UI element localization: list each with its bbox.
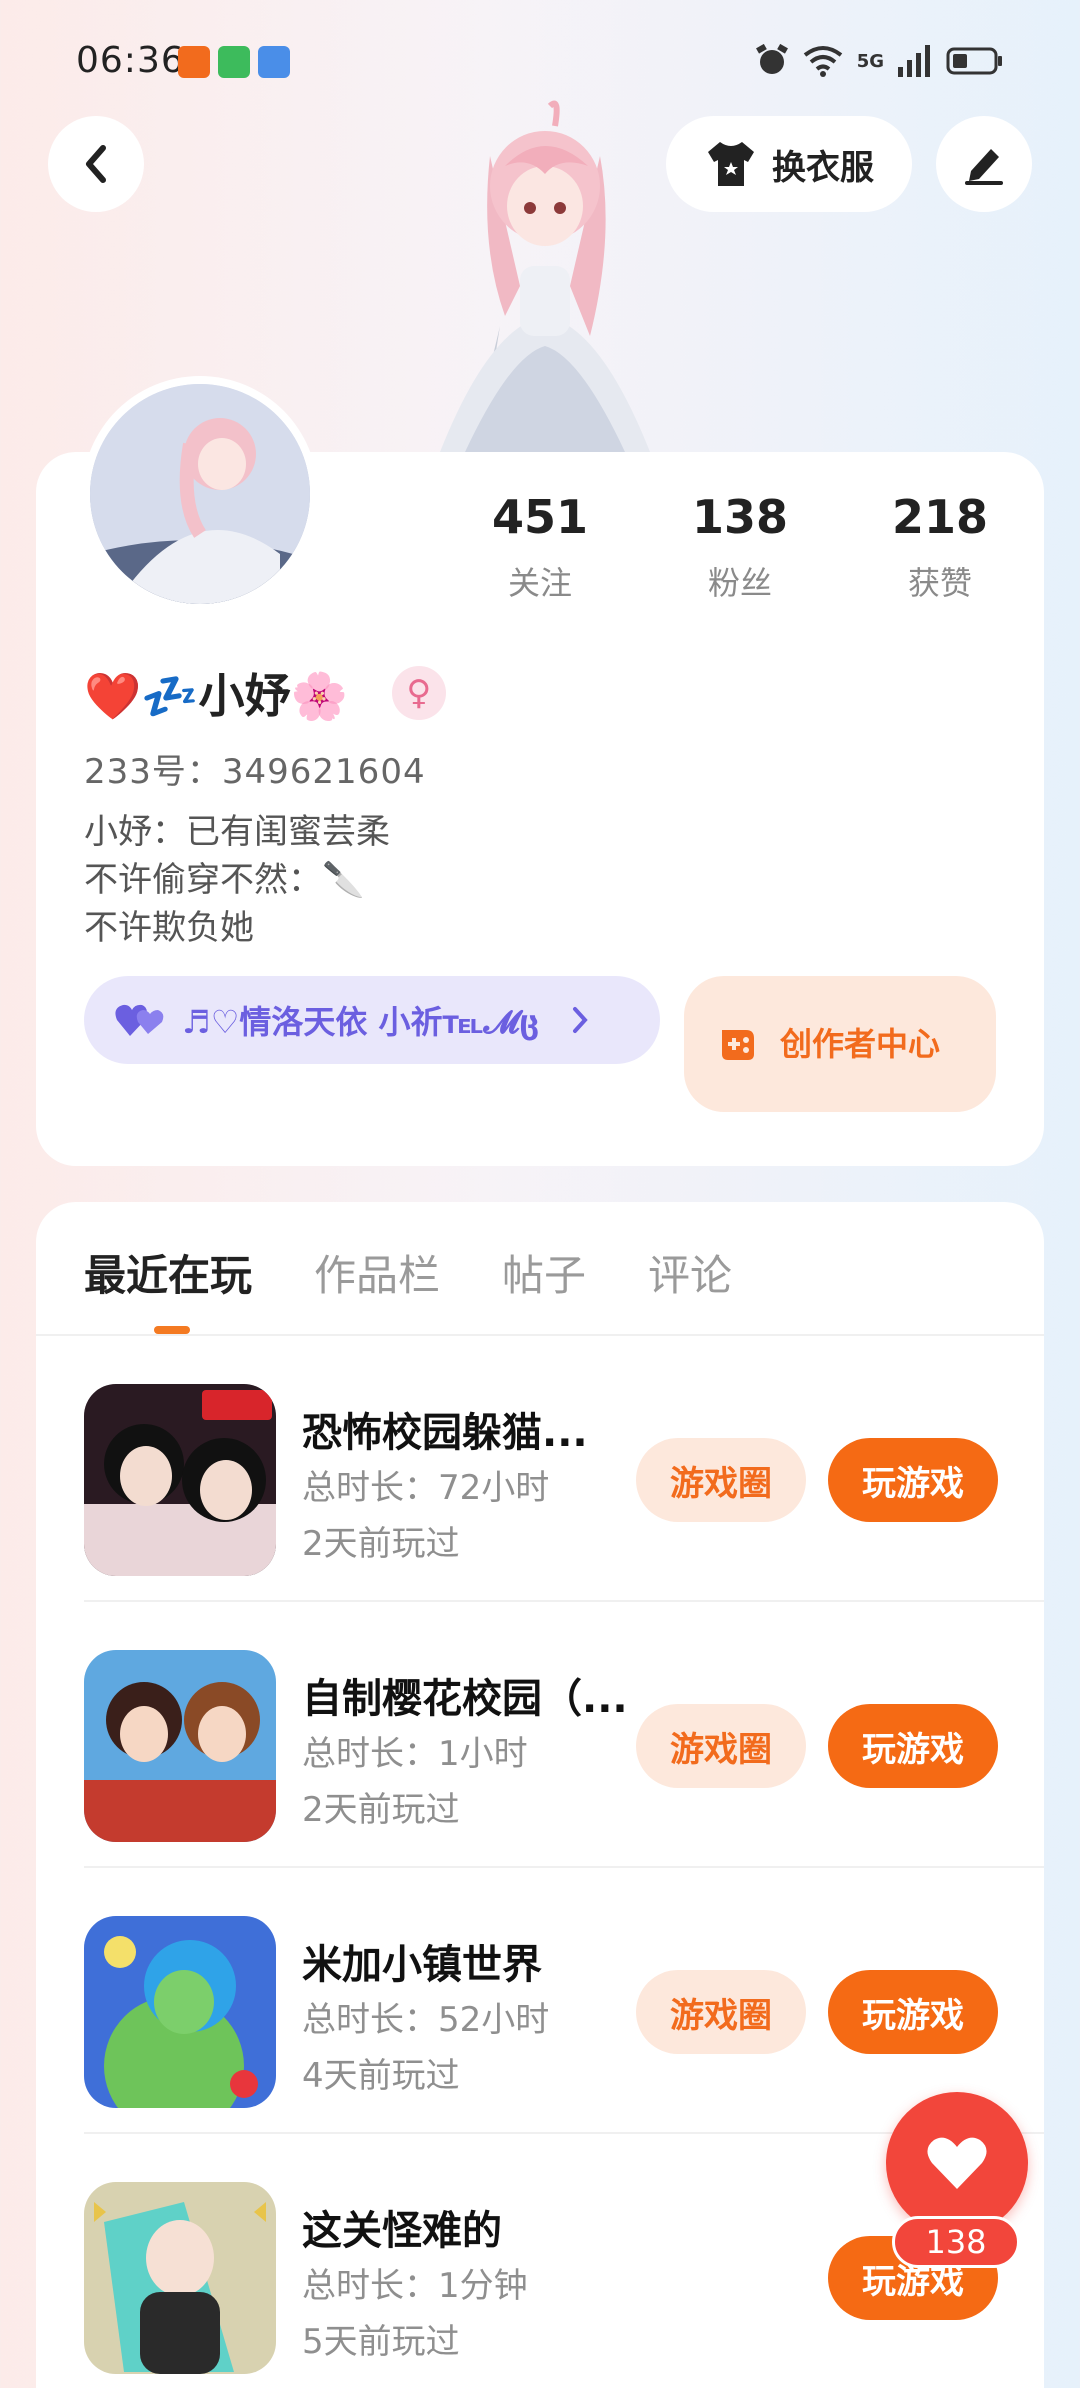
game-title: 米加小镇世界	[302, 1942, 542, 1988]
dressup-button[interactable]: 换衣服	[666, 116, 912, 212]
bio-line: 小妤：已有闺蜜芸柔	[84, 812, 390, 852]
alarm-icon	[755, 44, 788, 74]
game-title: 这关怪难的	[302, 2208, 502, 2254]
tab-works[interactable]: 作品栏	[314, 1242, 440, 1303]
character-avatar-figure[interactable]	[410, 96, 680, 452]
game-thumbnail	[84, 2182, 276, 2374]
game-row[interactable]: 米加小镇世界 总时长：52小时 4天前玩过 游戏圈 玩游戏	[84, 1868, 1044, 2134]
tab-posts[interactable]: 帖子	[502, 1242, 586, 1303]
back-button[interactable]	[48, 116, 144, 212]
wifi-icon	[803, 46, 842, 77]
game-duration: 总时长：52小时	[302, 2000, 550, 2040]
game-row[interactable]: 自制樱花校园（... 总时长：1小时 2天前玩过 游戏圈 玩游戏	[84, 1602, 1044, 1868]
edit-button[interactable]	[936, 116, 1032, 212]
network-type: 5G	[856, 50, 884, 72]
battery-icon	[946, 47, 1002, 75]
username: ❤️💤小妤🌸	[84, 669, 348, 723]
bio: 小妤：已有闺蜜芸柔 不许偷穿不然：🔪 不许欺负她	[84, 808, 390, 952]
gamepad-icon	[722, 1030, 754, 1060]
app-icon-blue	[258, 46, 290, 78]
profile-stats: 451 关注 138 粉丝 218 获赞	[440, 490, 1040, 604]
status-time: 06:36	[76, 40, 185, 81]
chevron-right-icon	[573, 1007, 588, 1033]
creator-center-button[interactable]: 创作者中心	[684, 976, 996, 1112]
status-icons: 5G	[755, 44, 1004, 78]
game-row[interactable]: 恐怖校园躲猫... 总时长：72小时 2天前玩过 游戏圈 玩游戏	[84, 1336, 1044, 1602]
games-card: 最近在玩 作品栏 帖子 评论 恐怖校园躲猫... 总时长：72小时 2天前玩过 …	[36, 1202, 1044, 2388]
username-row: ❤️💤小妤🌸 ♀	[84, 660, 446, 726]
bio-line: 不许欺负她	[84, 908, 254, 948]
avatar-image	[90, 384, 310, 604]
dressup-label: 换衣服	[772, 147, 874, 188]
game-title: 自制樱花校园（...	[302, 1676, 628, 1722]
game-title: 恐怖校园躲猫...	[302, 1410, 588, 1456]
game-last-played: 5天前玩过	[302, 2322, 460, 2362]
relation-pill[interactable]: ♬♡情洛天依 小祈℡𝓜ც	[84, 976, 660, 1064]
pen-icon	[965, 149, 1003, 185]
game-thumbnail	[84, 1916, 276, 2108]
stat-likes[interactable]: 218 获赞	[840, 490, 1040, 604]
bio-line: 不许偷穿不然：🔪	[84, 860, 365, 900]
game-circle-button[interactable]: 游戏圈	[636, 1970, 806, 2054]
user-id[interactable]: 233号：349621604	[84, 744, 426, 793]
stat-following-value: 451	[491, 490, 589, 544]
play-game-button[interactable]: 玩游戏	[828, 1970, 998, 2054]
like-count: 138	[892, 2216, 1020, 2268]
stat-followers-value: 138	[691, 490, 789, 544]
stat-followers-label: 粉丝	[707, 564, 772, 602]
like-button[interactable]	[886, 2092, 1028, 2234]
tab-active-indicator	[154, 1326, 190, 1334]
stat-likes-label: 获赞	[907, 564, 972, 602]
game-duration: 总时长：1分钟	[302, 2266, 528, 2306]
game-thumbnail	[84, 1650, 276, 1842]
avatar-illustration	[90, 384, 310, 604]
chevron-left-icon	[86, 145, 106, 183]
tab-bar: 最近在玩 作品栏 帖子 评论	[84, 1242, 732, 1303]
game-duration: 总时长：1小时	[302, 1734, 528, 1774]
game-circle-button[interactable]: 游戏圈	[636, 1438, 806, 1522]
game-last-played: 2天前玩过	[302, 1524, 460, 1564]
stat-likes-value: 218	[891, 490, 989, 544]
game-last-played: 2天前玩过	[302, 1790, 460, 1830]
tab-comments[interactable]: 评论	[648, 1242, 732, 1303]
game-circle-button[interactable]: 游戏圈	[636, 1704, 806, 1788]
play-game-button[interactable]: 玩游戏	[828, 1438, 998, 1522]
signal-icon	[898, 45, 930, 77]
play-game-button[interactable]: 玩游戏	[828, 1704, 998, 1788]
hearts-icon	[115, 1004, 164, 1036]
game-thumbnail	[84, 1384, 276, 1576]
game-duration: 总时长：72小时	[302, 1468, 550, 1508]
stat-following[interactable]: 451 关注	[440, 490, 640, 604]
game-last-played: 4天前玩过	[302, 2056, 460, 2096]
heart-icon	[927, 2137, 987, 2189]
profile-avatar[interactable]	[82, 376, 318, 612]
creator-center-label: 创作者中心	[780, 1025, 941, 1063]
tab-recent-played[interactable]: 最近在玩	[84, 1242, 252, 1303]
relation-text: ♬♡情洛天依 小祈℡𝓜ც	[182, 1003, 540, 1041]
app-icon-green	[218, 46, 250, 78]
gender-female-icon: ♀	[391, 666, 446, 720]
shirt-icon	[708, 142, 754, 186]
app-icon-orange	[178, 46, 210, 78]
stat-following-label: 关注	[507, 564, 572, 602]
stat-followers[interactable]: 138 粉丝	[640, 490, 840, 604]
